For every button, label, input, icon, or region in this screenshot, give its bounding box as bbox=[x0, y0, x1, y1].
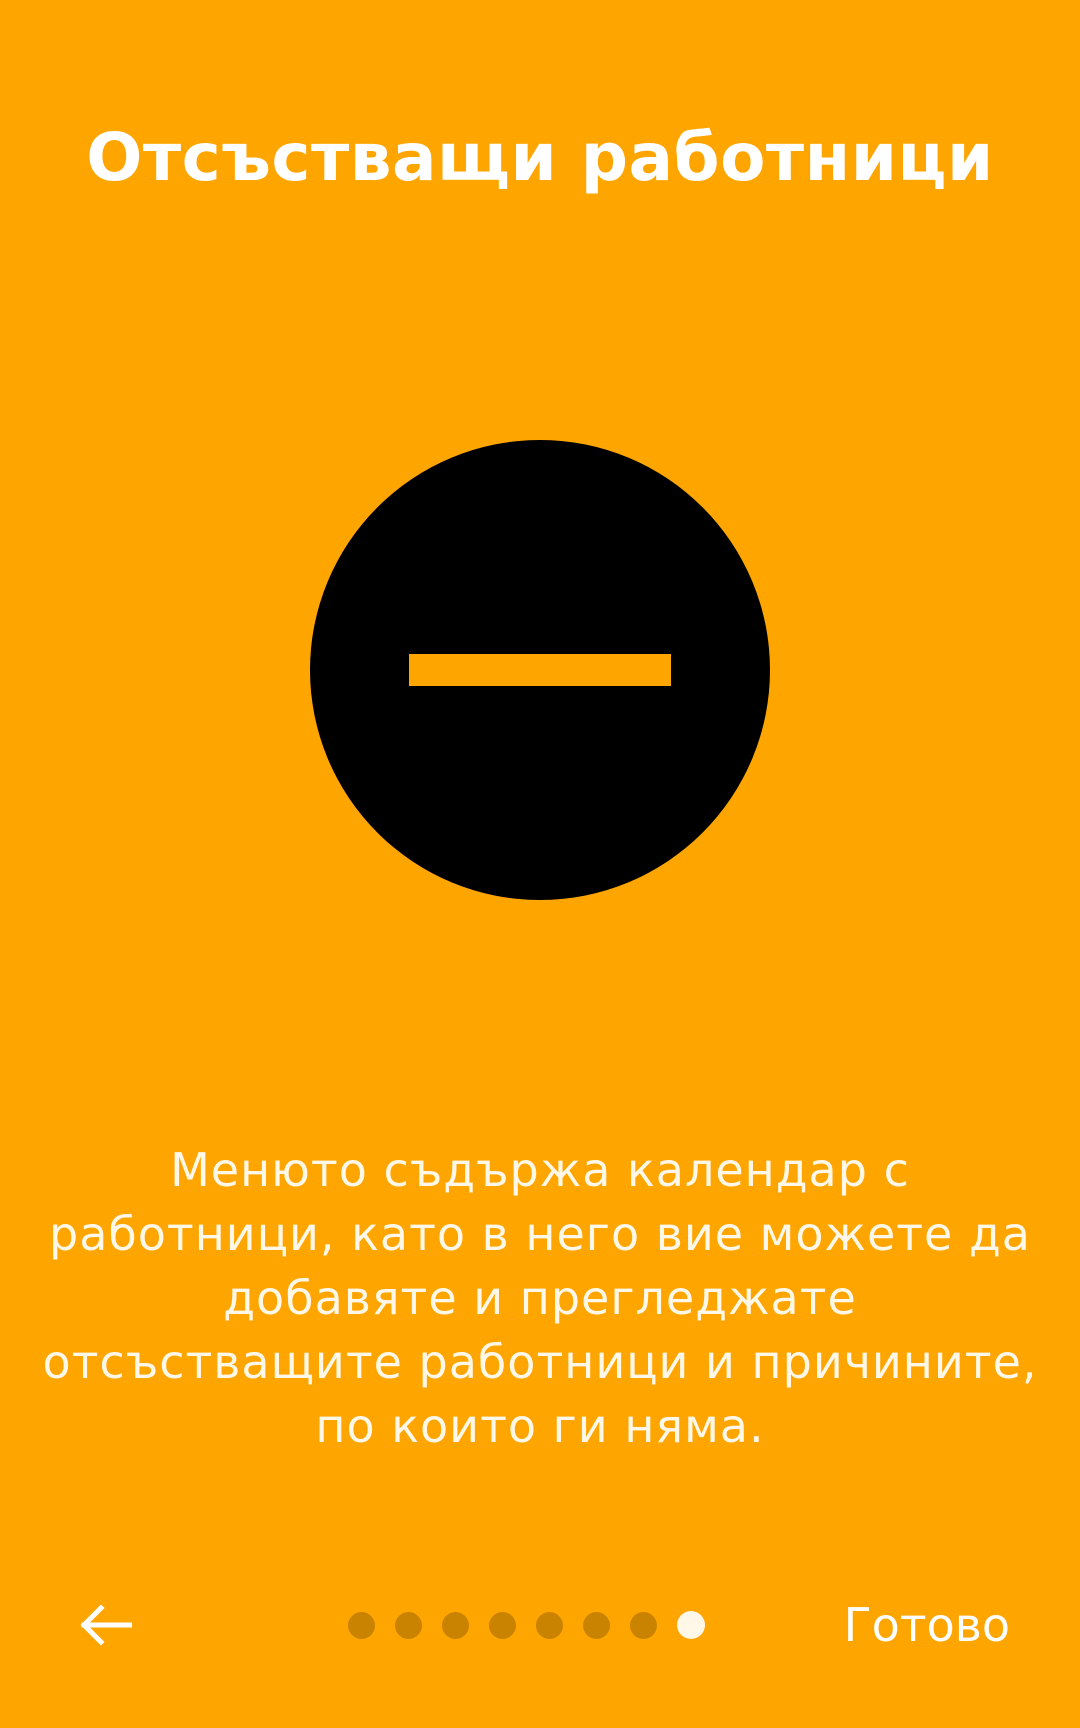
page-indicator-dot-4[interactable] bbox=[489, 1611, 516, 1639]
page-indicator-dot-1[interactable] bbox=[348, 1611, 375, 1639]
done-button[interactable]: Готово bbox=[844, 1580, 1010, 1670]
bottom-navigation-bar: Готово bbox=[0, 1580, 1080, 1670]
page-indicator-dot-3[interactable] bbox=[442, 1611, 469, 1639]
minus-circle-icon-bar bbox=[409, 654, 671, 686]
back-button[interactable] bbox=[66, 1580, 146, 1670]
description-text: Менюто съдържа календар с работници, кат… bbox=[42, 1143, 1038, 1453]
page-indicator-dot-8-active[interactable] bbox=[677, 1611, 705, 1639]
page-indicator bbox=[348, 1580, 705, 1670]
page-indicator-dot-7[interactable] bbox=[630, 1611, 657, 1639]
page-indicator-dot-5[interactable] bbox=[536, 1611, 563, 1639]
onboarding-screen: Отсъстващи работници Менюто съдържа кале… bbox=[0, 0, 1080, 1728]
arrow-left-icon bbox=[80, 1605, 132, 1645]
page-title: Отсъстващи работници bbox=[86, 119, 994, 196]
minus-circle-icon bbox=[310, 440, 770, 900]
page-indicator-dot-2[interactable] bbox=[395, 1611, 422, 1639]
page-indicator-dot-6[interactable] bbox=[583, 1611, 610, 1639]
